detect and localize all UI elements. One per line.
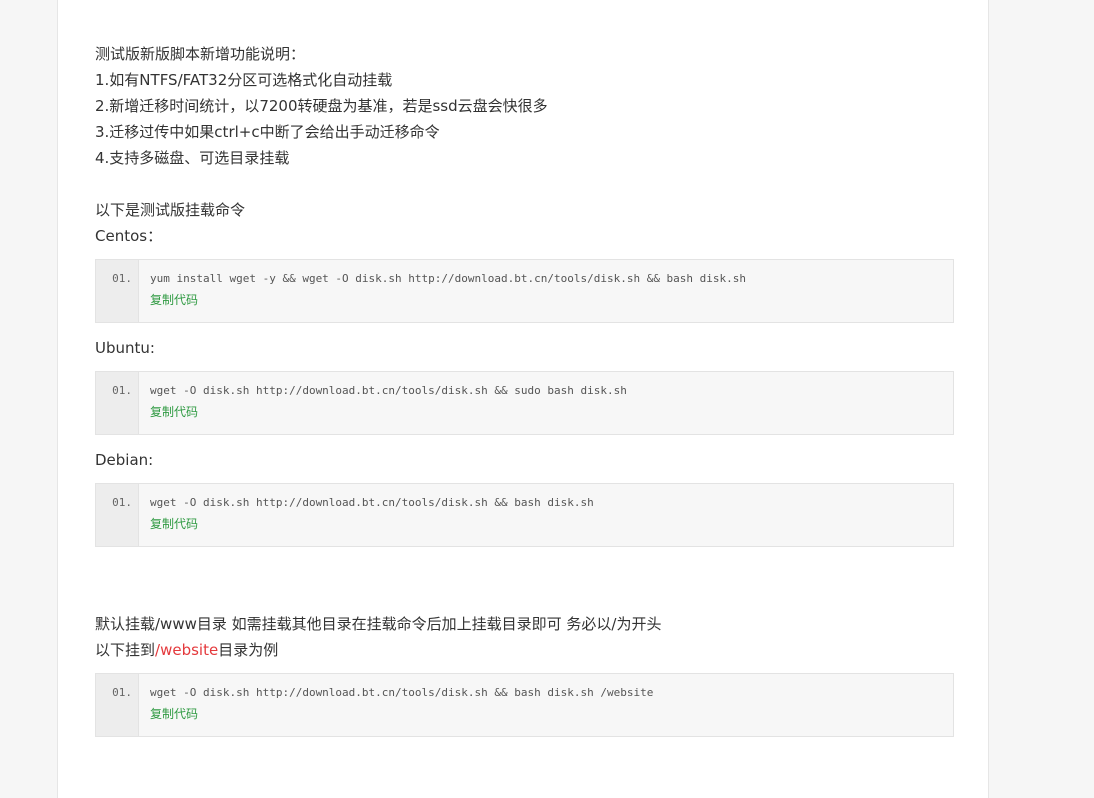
mount-intro: 以下是测试版挂载命令 bbox=[95, 201, 246, 219]
code-text[interactable]: wget -O disk.sh http://download.bt.cn/to… bbox=[150, 686, 953, 700]
code-body: yum install wget -y && wget -O disk.sh h… bbox=[139, 260, 953, 322]
code-text[interactable]: wget -O disk.sh http://download.bt.cn/to… bbox=[150, 384, 953, 398]
section-label-debian: Debian: bbox=[95, 451, 154, 469]
website-highlight: /website bbox=[155, 641, 219, 659]
line-number: 01. bbox=[96, 484, 139, 546]
copy-code-button[interactable]: 复制代码 bbox=[150, 405, 198, 419]
intro-item: 2.新增迁移时间统计，以7200转硬盘为基准，若是ssd云盘会快很多 bbox=[95, 97, 548, 115]
code-block-debian: 01. wget -O disk.sh http://download.bt.c… bbox=[95, 483, 954, 547]
intro-item: 4.支持多磁盘、可选目录挂载 bbox=[95, 149, 290, 167]
section-label-centos: Centos： bbox=[95, 227, 163, 245]
code-body: wget -O disk.sh http://download.bt.cn/to… bbox=[139, 484, 953, 546]
section-label-ubuntu: Ubuntu: bbox=[95, 339, 155, 357]
default-note-line1: 默认挂载/www目录 如需挂载其他目录在挂载命令后加上挂载目录即可 务必以/为开… bbox=[95, 615, 662, 633]
code-block-centos: 01. yum install wget -y && wget -O disk.… bbox=[95, 259, 954, 323]
intro-heading: 测试版新版脚本新增功能说明： bbox=[95, 45, 306, 63]
line-number: 01. bbox=[96, 372, 139, 434]
article-content: 测试版新版脚本新增功能说明： 1.如有NTFS/FAT32分区可选格式化自动挂载… bbox=[95, 41, 954, 749]
copy-code-button[interactable]: 复制代码 bbox=[150, 707, 198, 721]
code-body: wget -O disk.sh http://download.bt.cn/to… bbox=[139, 674, 953, 736]
code-text[interactable]: wget -O disk.sh http://download.bt.cn/to… bbox=[150, 496, 953, 510]
default-note-line2: 以下挂到/website目录为例 bbox=[95, 637, 954, 663]
note-suffix: 目录为例 bbox=[218, 641, 279, 659]
intro-item: 1.如有NTFS/FAT32分区可选格式化自动挂载 bbox=[95, 71, 393, 89]
note-prefix: 以下挂到 bbox=[95, 641, 156, 659]
line-number: 01. bbox=[96, 260, 139, 322]
code-text[interactable]: yum install wget -y && wget -O disk.sh h… bbox=[150, 272, 953, 286]
line-number: 01. bbox=[96, 674, 139, 736]
copy-code-button[interactable]: 复制代码 bbox=[150, 293, 198, 307]
intro-item: 3.迁移过传中如果ctrl+c中断了会给出手动迁移命令 bbox=[95, 123, 440, 141]
code-body: wget -O disk.sh http://download.bt.cn/to… bbox=[139, 372, 953, 434]
code-block-website: 01. wget -O disk.sh http://download.bt.c… bbox=[95, 673, 954, 737]
code-block-ubuntu: 01. wget -O disk.sh http://download.bt.c… bbox=[95, 371, 954, 435]
article-card: 测试版新版脚本新增功能说明： 1.如有NTFS/FAT32分区可选格式化自动挂载… bbox=[57, 0, 989, 798]
copy-code-button[interactable]: 复制代码 bbox=[150, 517, 198, 531]
